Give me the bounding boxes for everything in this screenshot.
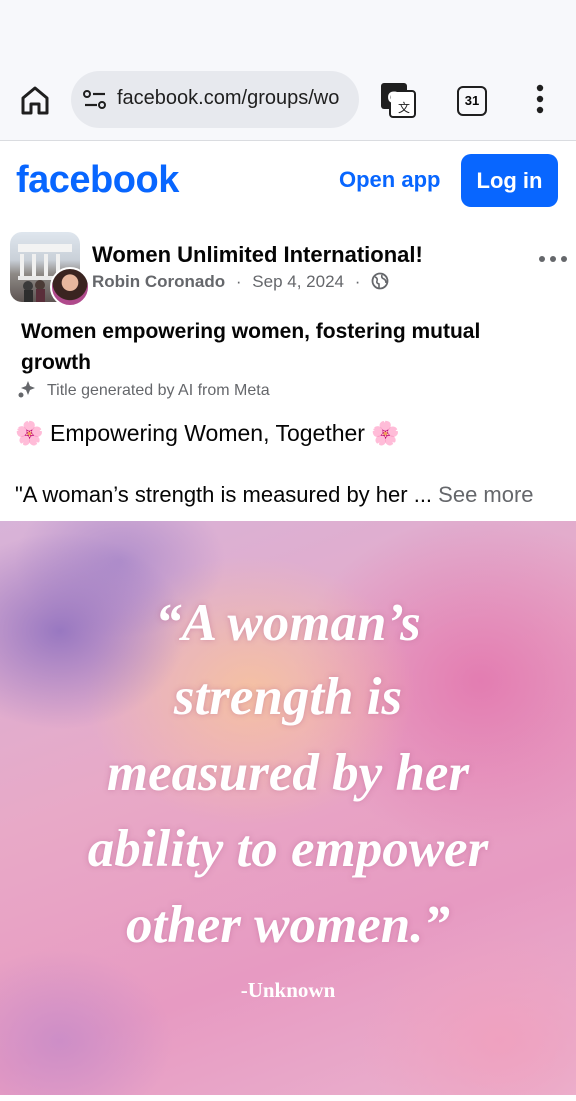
post-heading-text: Empowering Women, Together [50, 420, 365, 446]
post-body-text: "A woman’s strength is measured by her .… [15, 482, 439, 507]
login-button[interactable]: Log in [461, 154, 558, 207]
post-meta: Robin Coronado · Sep 4, 2024 · [92, 272, 389, 295]
quote-line: “A woman’s [155, 594, 421, 652]
url-text: facebook.com/groups/wo [117, 87, 340, 109]
post-header: Women Unlimited International! Robin Cor… [0, 231, 576, 307]
tab-switcher-button[interactable]: 31 [457, 86, 487, 116]
flower-emoji: 🌸 [371, 420, 400, 446]
post-body: "A woman’s strength is measured by her .… [15, 482, 534, 508]
open-app-link[interactable]: Open app [339, 167, 440, 193]
more-vert-icon[interactable] [533, 84, 547, 114]
author-name[interactable]: Robin Coronado [92, 272, 225, 291]
browser-toolbar: facebook.com/groups/wo G 文 31 [0, 58, 576, 141]
post-image[interactable]: “A woman’s strength is measured by her a… [0, 521, 576, 1095]
translate-icon[interactable]: G 文 [380, 82, 416, 118]
post-heading: 🌸 Empowering Women, Together 🌸 [15, 420, 400, 447]
site-settings-icon[interactable] [83, 89, 107, 111]
quote-attribution: -Unknown [240, 978, 336, 1002]
user-avatar[interactable] [50, 267, 90, 307]
group-name[interactable]: Women Unlimited International! [92, 242, 423, 268]
quote-line: strength is [173, 668, 403, 726]
meta-separator: · [235, 272, 242, 291]
address-bar[interactable]: facebook.com/groups/wo [71, 71, 359, 128]
ai-note-text: Title generated by AI from Meta [47, 382, 270, 399]
ai-title-note: Title generated by AI from Meta [17, 379, 270, 400]
more-options-icon[interactable] [538, 251, 568, 262]
ai-sparkle-icon [17, 379, 37, 399]
facebook-logo[interactable]: facebook [16, 159, 179, 202]
meta-separator: · [354, 272, 361, 291]
quote-line: other women.” [126, 896, 450, 954]
flower-emoji: 🌸 [15, 420, 44, 446]
globe-icon [371, 272, 389, 295]
svg-text:文: 文 [398, 100, 410, 115]
post-title: Women empowering women, fostering mutual… [21, 320, 481, 374]
status-bar [0, 0, 576, 58]
facebook-header: facebook Open app Log in [0, 141, 576, 225]
see-more-link[interactable]: See more [438, 482, 533, 507]
quote-line: measured by her [106, 744, 470, 802]
quote-line: ability to empower [87, 820, 489, 878]
home-icon[interactable] [18, 83, 52, 117]
post-date[interactable]: Sep 4, 2024 [252, 272, 344, 291]
